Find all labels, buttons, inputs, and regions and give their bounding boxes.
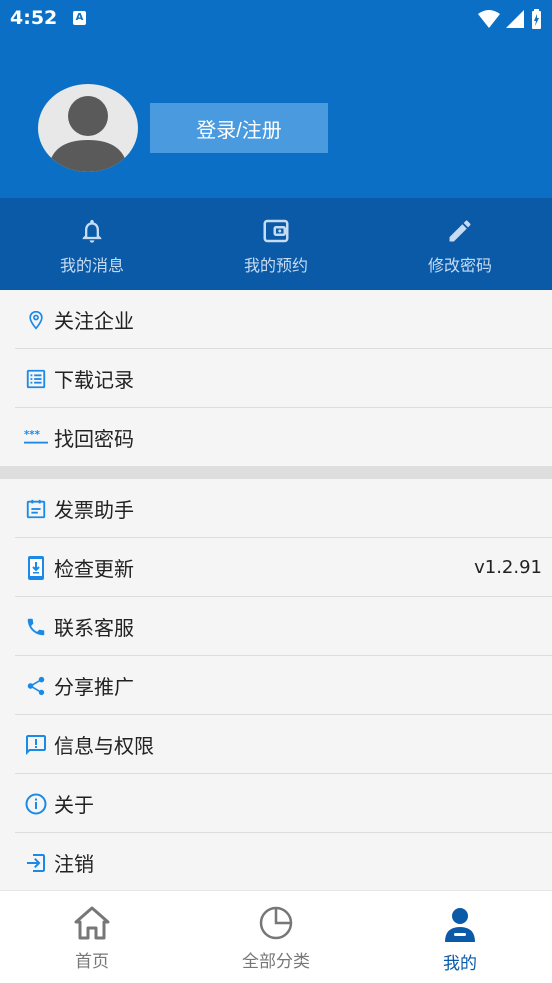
- menu-item-label: 联系客服: [54, 616, 134, 640]
- login-register-button[interactable]: 登录/注册: [150, 103, 328, 153]
- info-icon: [25, 793, 47, 815]
- menu-item-label: 发票助手: [54, 498, 134, 522]
- menu-item-about[interactable]: 关于: [0, 774, 552, 833]
- status-bar: 4:52 A: [0, 0, 552, 38]
- avatar[interactable]: [38, 84, 138, 172]
- phone-icon: [27, 618, 45, 636]
- user-icon: [445, 908, 475, 942]
- quick-label: 我的预约: [243, 256, 308, 275]
- wifi-icon: [478, 10, 500, 28]
- section-separator: [0, 466, 552, 479]
- wallet-icon: [263, 219, 289, 243]
- menu-item-download-history[interactable]: 下载记录: [0, 349, 552, 408]
- pie-chart-icon: [259, 906, 293, 940]
- logout-icon: [27, 854, 45, 872]
- home-icon: [74, 906, 110, 940]
- menu-group-1: 关注企业 下载记录 *** 找回密码: [0, 290, 552, 467]
- menu-item-invoice-assistant[interactable]: 发票助手: [0, 479, 552, 538]
- share-icon: [27, 676, 45, 696]
- update-icon: [28, 556, 44, 580]
- menu-item-share[interactable]: 分享推广: [0, 656, 552, 715]
- menu-item-logout[interactable]: 注销: [0, 833, 552, 892]
- quick-label: 我的消息: [59, 256, 124, 275]
- bell-icon: [82, 219, 102, 243]
- notification-a-icon: A: [73, 11, 86, 25]
- status-time: 4:52: [10, 7, 58, 29]
- menu-item-contact-support[interactable]: 联系客服: [0, 597, 552, 656]
- invoice-icon: [26, 499, 46, 519]
- bottom-tab-bar: 首页 全部分类 我的: [0, 890, 552, 983]
- tab-all-categories[interactable]: 全部分类: [184, 891, 368, 983]
- menu-item-label: 检查更新: [54, 557, 134, 581]
- my-messages-button[interactable]: 我的消息: [0, 198, 184, 290]
- change-password-button[interactable]: 修改密码: [368, 198, 552, 290]
- tab-mine[interactable]: 我的: [368, 891, 552, 983]
- profile-header: 登录/注册: [0, 38, 552, 198]
- menu-item-recover-password[interactable]: *** 找回密码: [0, 408, 552, 467]
- menu-item-label: 下载记录: [54, 368, 134, 392]
- tab-label: 我的: [443, 954, 477, 974]
- version-value: v1.2.91: [474, 557, 542, 578]
- quick-label: 修改密码: [427, 256, 492, 275]
- menu-item-check-update[interactable]: 检查更新 v1.2.91: [0, 538, 552, 597]
- menu-item-label: 注销: [54, 852, 94, 876]
- quick-actions: 我的消息 我的预约 修改密码: [0, 198, 552, 290]
- menu-item-follow-companies[interactable]: 关注企业: [0, 290, 552, 349]
- menu-group-2: 发票助手 检查更新 v1.2.91 联系客服 分享推广 信息与权限 关于 注销: [0, 479, 552, 892]
- menu-item-label: 信息与权限: [54, 734, 154, 758]
- pencil-icon: [449, 220, 471, 242]
- my-reservations-button[interactable]: 我的预约: [184, 198, 368, 290]
- tab-label: 全部分类: [242, 952, 310, 972]
- menu-item-label: 关注企业: [54, 309, 134, 333]
- battery-icon: [532, 9, 541, 29]
- menu-item-label: 找回密码: [54, 427, 134, 451]
- location-pin-icon: [29, 310, 43, 330]
- menu-item-info-permissions[interactable]: 信息与权限: [0, 715, 552, 774]
- svg-text:***: ***: [24, 430, 41, 441]
- menu-item-label: 分享推广: [54, 675, 134, 699]
- tab-label: 首页: [75, 952, 109, 972]
- tab-home[interactable]: 首页: [0, 891, 184, 983]
- menu-item-label: 关于: [54, 793, 94, 817]
- signal-icon: [506, 10, 524, 28]
- password-icon: ***: [24, 430, 48, 444]
- list-icon: [26, 369, 46, 389]
- feedback-icon: [26, 735, 46, 755]
- system-icons: [478, 8, 542, 30]
